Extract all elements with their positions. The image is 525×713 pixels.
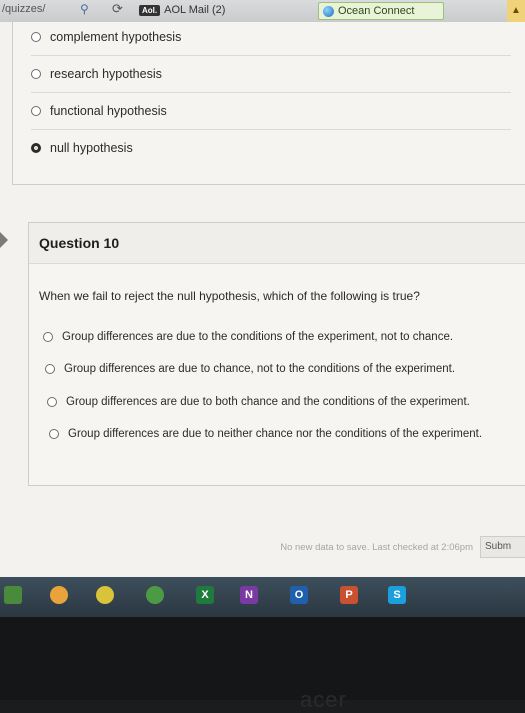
file-explorer-icon[interactable] [50, 586, 68, 604]
answer-option[interactable]: Group differences are due to chance, not… [45, 363, 455, 375]
powerpoint-icon[interactable]: P [340, 586, 358, 604]
answer-label: Group differences are due to both chance… [66, 396, 470, 408]
radio-button[interactable] [31, 105, 41, 116]
radio-button[interactable] [43, 332, 53, 342]
answer-option[interactable]: research hypothesis [31, 55, 511, 93]
current-question-arrow-icon [0, 232, 8, 248]
radio-button[interactable] [31, 31, 41, 42]
aol-logo-icon: Aol. [139, 4, 161, 16]
question-header: Question 10 [29, 223, 525, 264]
question-title: Question 10 [39, 235, 120, 251]
answer-option-selected[interactable]: null hypothesis [31, 129, 511, 166]
quiz-page: complement hypothesis research hypothesi… [0, 22, 525, 577]
radio-button[interactable] [45, 364, 55, 374]
answer-option[interactable]: complement hypothesis [31, 18, 511, 56]
answer-label: functional hypothesis [50, 103, 167, 118]
address-bar[interactable]: /quizzes/ [2, 3, 45, 15]
answer-label: Group differences are due to the conditi… [62, 331, 454, 343]
answer-label: research hypothesis [50, 66, 162, 81]
autosave-status: No new data to save. Last checked at 2:0… [280, 542, 473, 553]
laptop-bezel: acer [0, 617, 525, 712]
task-view-icon[interactable] [4, 586, 22, 604]
brand-logo: acer [300, 687, 347, 712]
tab-aol-mail-label: AOL Mail (2) [164, 4, 226, 16]
answer-label: Group differences are due to neither cha… [68, 428, 483, 440]
refresh-icon[interactable]: ⟳ [112, 1, 123, 17]
answer-label: null hypothesis [50, 140, 133, 155]
previous-question-card: complement hypothesis research hypothesi… [12, 22, 525, 185]
chrome-icon[interactable] [146, 586, 164, 604]
media-player-icon[interactable] [96, 586, 114, 604]
tab-aol-mail[interactable]: Aol. AOL Mail (2) [135, 2, 233, 18]
submit-quiz-button[interactable]: Subm [480, 536, 525, 558]
answer-option[interactable]: functional hypothesis [31, 92, 511, 130]
answer-label: complement hypothesis [50, 29, 182, 44]
search-icon[interactable]: ⚲ [80, 2, 89, 16]
radio-button[interactable] [31, 68, 41, 79]
answer-label: Group differences are due to chance, not… [64, 363, 456, 375]
excel-icon[interactable]: X [196, 586, 214, 604]
globe-icon [323, 5, 334, 17]
answer-option[interactable]: Group differences are due to neither cha… [49, 428, 482, 440]
question-card: Question 10 When we fail to reject the n… [28, 222, 525, 486]
radio-button-checked[interactable] [31, 142, 41, 153]
tab-ocean-connect-label: Ocean Connect [338, 5, 415, 17]
answer-option[interactable]: Group differences are due to both chance… [47, 396, 470, 408]
outlook-icon[interactable]: O [290, 586, 308, 604]
answer-option[interactable]: Group differences are due to the conditi… [43, 331, 453, 343]
skype-icon[interactable]: S [388, 586, 406, 604]
radio-button[interactable] [47, 397, 57, 407]
radio-button[interactable] [49, 429, 59, 439]
taskbar: X N O P S [0, 577, 525, 617]
onenote-icon[interactable]: N [240, 586, 258, 604]
question-prompt: When we fail to reject the null hypothes… [39, 289, 420, 303]
